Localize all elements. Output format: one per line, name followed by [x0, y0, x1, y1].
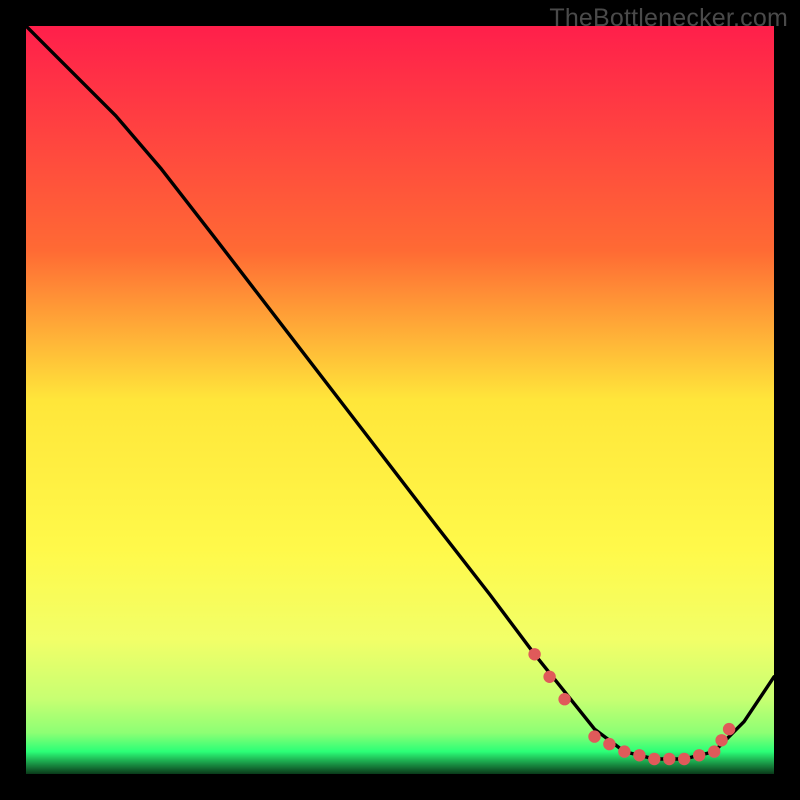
highlight-dot	[693, 749, 705, 761]
highlight-dot	[723, 723, 735, 735]
highlight-dot	[528, 648, 540, 660]
highlight-dot	[618, 745, 630, 757]
highlight-dot	[708, 745, 720, 757]
chart-plot-area	[26, 26, 774, 774]
chart-frame: TheBottlenecker.com	[0, 0, 800, 800]
highlight-dot	[648, 753, 660, 765]
highlight-dot	[715, 734, 727, 746]
chart-svg	[26, 26, 774, 774]
watermark-text: TheBottlenecker.com	[549, 4, 788, 33]
highlight-dot	[558, 693, 570, 705]
highlight-dot	[543, 671, 555, 683]
highlight-dot	[678, 753, 690, 765]
highlight-dot	[633, 749, 645, 761]
highlight-dot	[603, 738, 615, 750]
highlight-dot	[663, 753, 675, 765]
highlight-dot	[588, 730, 600, 742]
